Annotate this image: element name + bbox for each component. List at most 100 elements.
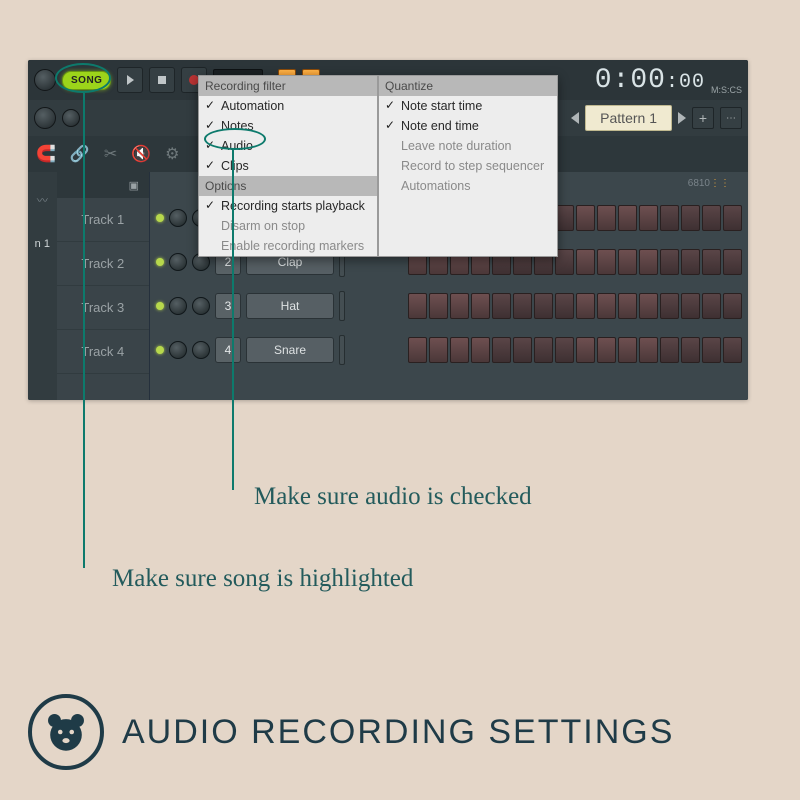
step-button[interactable]	[618, 293, 637, 319]
main-volume-knob[interactable]	[34, 69, 56, 91]
step-button[interactable]	[429, 293, 448, 319]
menu-item[interactable]: Note end time	[379, 116, 557, 136]
link-icon[interactable]: 🔗	[70, 144, 90, 164]
channel-led[interactable]	[156, 258, 164, 266]
channel-led[interactable]	[156, 346, 164, 354]
track-2[interactable]: Track 2	[57, 242, 149, 286]
step-button[interactable]	[618, 337, 637, 363]
channel-led[interactable]	[156, 214, 164, 222]
step-button[interactable]	[597, 205, 616, 231]
channel-select[interactable]	[339, 291, 345, 321]
step-button[interactable]	[723, 337, 742, 363]
stop-button[interactable]	[149, 67, 175, 93]
step-button[interactable]	[492, 337, 511, 363]
menu-item[interactable]: Notes	[199, 116, 377, 136]
step-button[interactable]	[681, 293, 700, 319]
step-button[interactable]	[702, 205, 721, 231]
browser-item[interactable]: n 1	[35, 238, 50, 250]
step-button[interactable]	[681, 205, 700, 231]
step-button[interactable]	[618, 205, 637, 231]
step-button[interactable]	[408, 337, 427, 363]
step-button[interactable]	[576, 249, 595, 275]
pattern-options-button[interactable]: ⋯	[720, 107, 742, 129]
mute-icon[interactable]: 🔇	[131, 144, 151, 164]
step-button[interactable]	[597, 249, 616, 275]
channel-vol-knob[interactable]	[192, 341, 210, 359]
step-button[interactable]	[555, 293, 574, 319]
step-button[interactable]	[618, 249, 637, 275]
play-button[interactable]	[117, 67, 143, 93]
step-button[interactable]	[681, 337, 700, 363]
step-button[interactable]	[639, 337, 658, 363]
next-pattern-button[interactable]	[678, 112, 686, 124]
channel-number[interactable]: 3	[215, 293, 241, 319]
step-button[interactable]	[660, 205, 679, 231]
pattern-selector[interactable]: Pattern 1	[585, 105, 672, 131]
channel-name[interactable]: Snare	[246, 337, 334, 363]
channel-pan-knob[interactable]	[169, 341, 187, 359]
step-button[interactable]	[492, 293, 511, 319]
menu-item[interactable]: Automation	[199, 96, 377, 116]
menu-item[interactable]: Note start time	[379, 96, 557, 116]
channel-vol-knob[interactable]	[192, 297, 210, 315]
step-button[interactable]	[723, 205, 742, 231]
menu-item[interactable]: Enable recording markers	[199, 236, 377, 256]
add-pattern-button[interactable]: +	[692, 107, 714, 129]
menu-item[interactable]: Record to step sequencer	[379, 156, 557, 176]
channel-pan-knob[interactable]	[169, 209, 187, 227]
step-button[interactable]	[429, 337, 448, 363]
time-display[interactable]: 0:00:00 M:S:CS	[595, 65, 742, 96]
step-button[interactable]	[702, 293, 721, 319]
step-button[interactable]	[534, 293, 553, 319]
step-button[interactable]	[723, 249, 742, 275]
channel-led[interactable]	[156, 302, 164, 310]
channel-name[interactable]: Hat	[246, 293, 334, 319]
step-button[interactable]	[471, 293, 490, 319]
step-button[interactable]	[576, 293, 595, 319]
step-button[interactable]	[681, 249, 700, 275]
step-button[interactable]	[702, 337, 721, 363]
step-button[interactable]	[639, 293, 658, 319]
step-button[interactable]	[597, 337, 616, 363]
step-button[interactable]	[513, 293, 532, 319]
magnet-icon[interactable]: 🧲	[36, 144, 56, 164]
menu-item[interactable]: Audio	[199, 136, 377, 156]
step-button[interactable]	[555, 337, 574, 363]
track-1[interactable]: Track 1	[57, 198, 149, 242]
step-button[interactable]	[576, 205, 595, 231]
gear-icon[interactable]: ⚙	[165, 144, 179, 164]
menu-item[interactable]: Recording starts playback	[199, 196, 377, 216]
step-button[interactable]	[723, 293, 742, 319]
channel-pan-knob[interactable]	[169, 253, 187, 271]
track-3[interactable]: Track 3	[57, 286, 149, 330]
step-button[interactable]	[639, 205, 658, 231]
channel-pan-knob[interactable]	[169, 297, 187, 315]
channel-number[interactable]: 4	[215, 337, 241, 363]
step-button[interactable]	[471, 337, 490, 363]
step-button[interactable]	[660, 293, 679, 319]
step-button[interactable]	[534, 337, 553, 363]
master-pitch-knob[interactable]	[34, 107, 56, 129]
song-mode-button[interactable]: SONG	[62, 71, 111, 90]
step-button[interactable]	[513, 337, 532, 363]
step-button[interactable]	[408, 293, 427, 319]
channel-select[interactable]	[339, 335, 345, 365]
track-4[interactable]: Track 4	[57, 330, 149, 374]
step-button[interactable]	[450, 293, 469, 319]
menu-item[interactable]: Automations	[379, 176, 557, 196]
cut-icon[interactable]: ✂	[104, 144, 117, 164]
step-button[interactable]	[576, 337, 595, 363]
menu-item[interactable]: Clips	[199, 156, 377, 176]
step-button[interactable]	[450, 337, 469, 363]
step-button[interactable]	[639, 249, 658, 275]
prev-pattern-button[interactable]	[571, 112, 579, 124]
step-button[interactable]	[597, 293, 616, 319]
swing-knob[interactable]	[62, 109, 80, 127]
wave-icon[interactable]: 〰	[37, 192, 48, 208]
menu-item[interactable]: Leave note duration	[379, 136, 557, 156]
menu-item[interactable]: Disarm on stop	[199, 216, 377, 236]
step-button[interactable]	[660, 249, 679, 275]
menu-heading-filter: Recording filter	[199, 76, 377, 96]
step-button[interactable]	[702, 249, 721, 275]
step-button[interactable]	[660, 337, 679, 363]
